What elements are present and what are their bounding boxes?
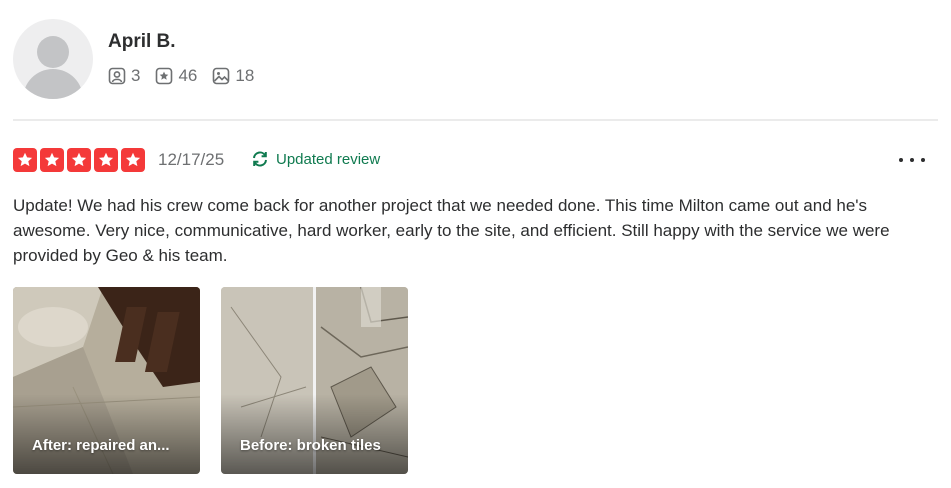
reviews-stat: 46 — [155, 66, 197, 86]
refresh-icon — [253, 151, 267, 167]
updated-review-link[interactable]: Updated review — [250, 149, 380, 169]
caption-gradient — [221, 394, 408, 474]
photo-caption: Before: broken tiles — [240, 437, 381, 454]
more-options-icon[interactable] — [897, 150, 927, 170]
photo-icon — [213, 67, 230, 85]
user-avatar[interactable] — [13, 19, 93, 99]
star-icon — [13, 148, 37, 172]
review-photo-after[interactable]: After: repaired an... — [13, 287, 200, 474]
friends-stat: 3 — [108, 66, 140, 86]
star-icon — [94, 148, 118, 172]
review-text: Update! We had his crew come back for an… — [13, 196, 890, 265]
star-icon — [40, 148, 64, 172]
star-icon — [121, 148, 145, 172]
review-date: 12/17/25 — [158, 150, 225, 169]
review-star-icon — [156, 67, 173, 85]
photos-count: 18 — [235, 66, 255, 85]
friends-icon — [108, 67, 126, 85]
star-icon — [67, 148, 91, 172]
user-name[interactable]: April B. — [108, 31, 176, 53]
updated-review-label: Updated review — [276, 150, 381, 168]
user-stats: 3 46 18 — [108, 66, 269, 86]
avatar-head-shape — [37, 36, 69, 68]
photos-stat: 18 — [212, 66, 254, 86]
friends-count: 3 — [131, 66, 141, 85]
reviews-count: 46 — [178, 66, 198, 85]
star-rating — [13, 148, 148, 172]
photo-caption: After: repaired an... — [32, 437, 170, 454]
caption-gradient — [13, 394, 200, 474]
avatar-body-shape — [23, 69, 83, 99]
section-divider — [13, 119, 938, 121]
review-photo-before[interactable]: Before: broken tiles — [221, 287, 408, 474]
